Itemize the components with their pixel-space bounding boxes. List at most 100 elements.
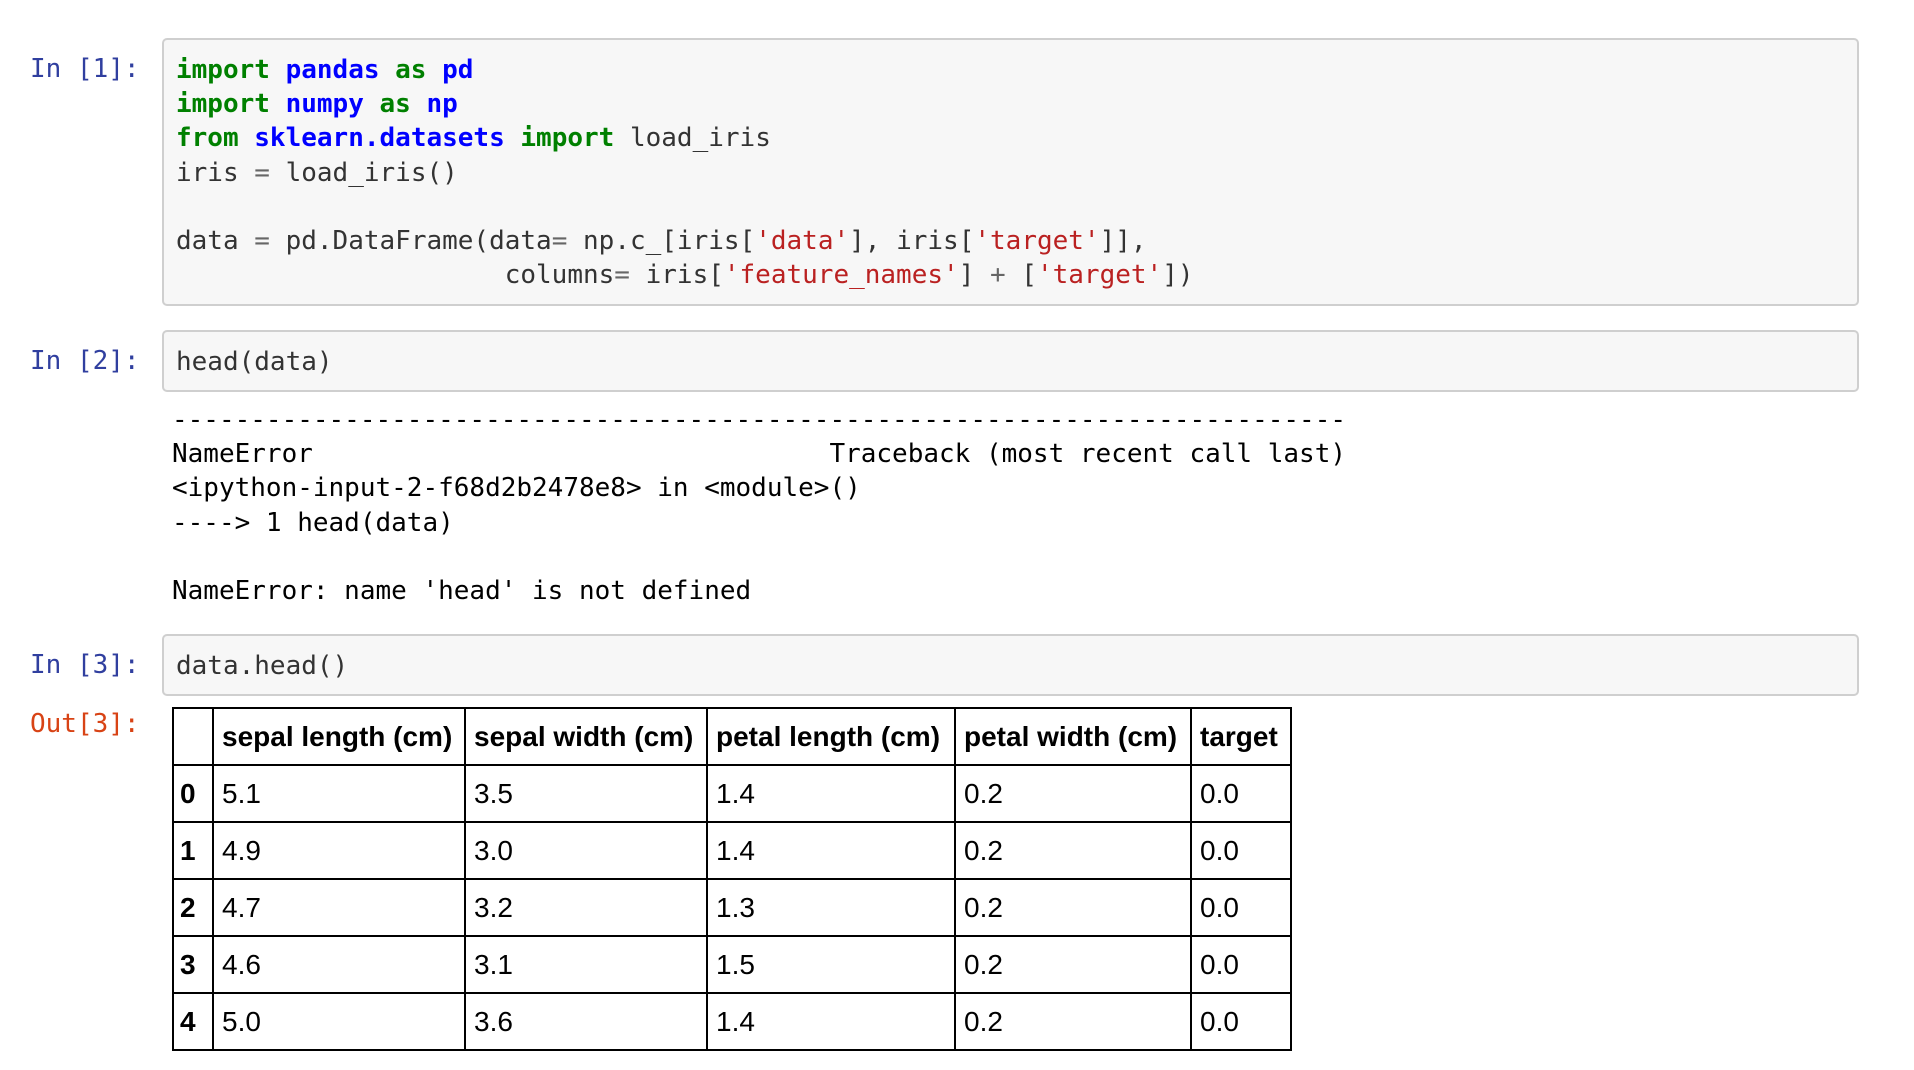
table-cell: 5.0	[212, 992, 466, 1051]
table-cell: 4.9	[212, 821, 466, 880]
code-editor[interactable]: import pandas as pd import numpy as np f…	[164, 53, 1857, 292]
row-index: 3	[172, 935, 214, 994]
table-cell: 0.0	[1190, 935, 1292, 994]
traceback-line: ----> 1 head(data)	[172, 507, 454, 538]
code-token: as	[379, 89, 411, 120]
code-token: head(data)	[176, 347, 333, 377]
code-token: =	[254, 157, 270, 188]
table-header-row: sepal length (cm) sepal width (cm) petal…	[172, 707, 1292, 766]
code-token: 'data'	[755, 226, 850, 257]
code-token: pandas	[285, 55, 380, 85]
code-token: ]	[958, 260, 990, 291]
table-cell: 3.1	[464, 935, 708, 994]
input-prompt: In [2]:	[30, 346, 140, 376]
table-body: 0 5.1 3.5 1.4 0.2 0.0 1 4.9 3.0 1.4 0.2 0.0 2 4.7 3.2 1…	[172, 764, 1292, 1051]
code-token: =	[614, 260, 630, 291]
code-token: data	[176, 226, 255, 257]
index-header	[172, 707, 214, 766]
code-token: load_iris	[614, 123, 771, 154]
code-token: import	[176, 55, 270, 85]
code-token: ], iris[	[849, 226, 975, 257]
row-index: 4	[172, 992, 214, 1051]
code-token: 'target'	[974, 226, 1100, 257]
table-row: 1 4.9 3.0 1.4 0.2 0.0	[172, 821, 1292, 880]
row-index: 0	[172, 764, 214, 823]
code-token: 'feature_names'	[723, 260, 959, 291]
table-cell: 0.2	[954, 764, 1192, 823]
table-cell: 1.5	[706, 935, 956, 994]
table-cell: 0.0	[1190, 992, 1292, 1051]
code-token: =	[551, 226, 568, 257]
code-token: load_iris()	[269, 157, 458, 188]
table-row: 0 5.1 3.5 1.4 0.2 0.0	[172, 764, 1292, 823]
code-token: 'target'	[1036, 260, 1163, 291]
table-cell: 3.6	[464, 992, 708, 1051]
notebook: In [1]: import pandas as pd import numpy…	[0, 0, 1914, 1070]
code-token: pd.DataFrame(data	[269, 226, 552, 257]
code-editor[interactable]: head(data)	[164, 345, 1857, 379]
table-cell: 1.4	[706, 992, 956, 1051]
table-cell: 0.2	[954, 821, 1192, 880]
code-token: from	[176, 123, 239, 154]
code-editor[interactable]: data.head()	[164, 649, 1857, 683]
code-token: ]],	[1099, 226, 1147, 257]
table-cell: 1.4	[706, 821, 956, 880]
dataframe-table: sepal length (cm) sepal width (cm) petal…	[172, 707, 1292, 1051]
traceback-line: NameError: name 'head' is not defined	[172, 576, 752, 607]
table-cell: 3.5	[464, 764, 708, 823]
error-traceback: ----------------------------------------…	[172, 403, 1346, 608]
input-prompt: In [1]:	[30, 54, 140, 84]
code-token: numpy	[285, 89, 364, 120]
table-cell: 0.2	[954, 992, 1192, 1051]
code-input-area[interactable]: import pandas as pd import numpy as np f…	[162, 38, 1859, 306]
table-cell: 5.1	[212, 764, 466, 823]
table-row: 4 5.0 3.6 1.4 0.2 0.0	[172, 992, 1292, 1051]
code-token: =	[254, 226, 270, 257]
code-token: columns	[176, 260, 615, 291]
table-cell: 4.6	[212, 935, 466, 994]
code-token: sklearn.datasets	[254, 123, 505, 154]
code-token: np.c_[iris[	[567, 226, 756, 257]
row-index: 2	[172, 878, 214, 937]
traceback-line: NameError Traceback (most recent call la…	[172, 439, 1346, 470]
table-cell: 0.2	[954, 935, 1192, 994]
code-token: import	[176, 89, 270, 120]
table-cell: 3.0	[464, 821, 708, 880]
code-token: as	[395, 55, 427, 85]
column-header: petal length (cm)	[706, 707, 956, 766]
table-cell: 1.4	[706, 764, 956, 823]
table-row: 3 4.6 3.1 1.5 0.2 0.0	[172, 935, 1292, 994]
table-cell: 0.0	[1190, 878, 1292, 937]
table-cell: 0.0	[1190, 821, 1292, 880]
code-input-area[interactable]: data.head()	[162, 634, 1859, 696]
traceback-line: ----------------------------------------…	[172, 405, 1346, 435]
code-token: data.head()	[176, 651, 349, 681]
table-cell: 3.2	[464, 878, 708, 937]
table-cell: 0.2	[954, 878, 1192, 937]
table-cell: 4.7	[212, 878, 466, 937]
traceback-line: <ipython-input-2-f68d2b2478e8> in <modul…	[172, 473, 861, 504]
code-token: ])	[1162, 260, 1194, 291]
column-header: sepal width (cm)	[464, 707, 708, 766]
input-prompt: In [3]:	[30, 650, 140, 680]
column-header: target	[1190, 707, 1292, 766]
table-row: 2 4.7 3.2 1.3 0.2 0.0	[172, 878, 1292, 937]
code-token: [	[1005, 260, 1037, 291]
row-index: 1	[172, 821, 214, 880]
code-token: pd	[442, 55, 474, 85]
table-cell: 0.0	[1190, 764, 1292, 823]
column-header: petal width (cm)	[954, 707, 1192, 766]
code-input-area[interactable]: head(data)	[162, 330, 1859, 392]
code-token: iris[	[629, 260, 724, 291]
code-token: +	[990, 260, 1006, 291]
column-header: sepal length (cm)	[212, 707, 466, 766]
code-token: import	[520, 123, 615, 154]
output-prompt: Out[3]:	[30, 709, 140, 739]
